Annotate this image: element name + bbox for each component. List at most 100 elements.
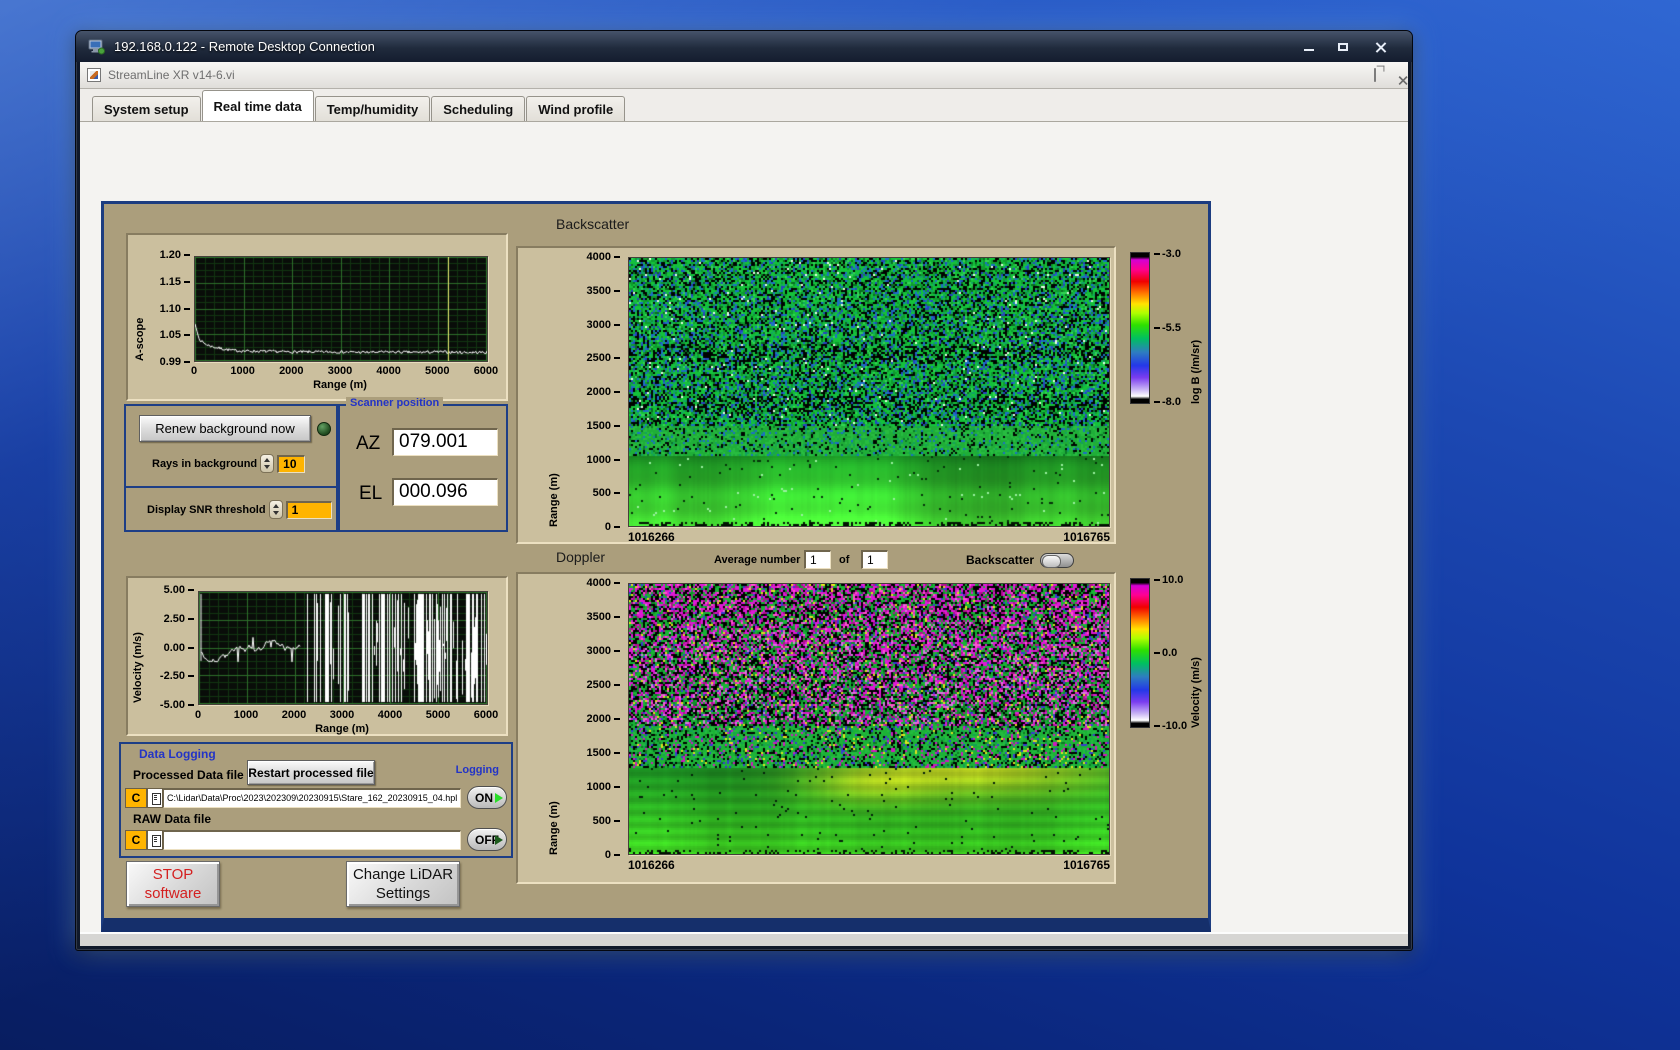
rdp-close-button[interactable]	[1362, 37, 1400, 56]
app-window-title: StreamLine XR v14-6.vi	[108, 68, 235, 82]
desktop: 192.168.0.122 - Remote Desktop Connectio…	[0, 0, 1680, 1050]
status-strip	[80, 932, 1408, 946]
backscatter-section-title: Backscatter	[556, 216, 630, 232]
doppler-y-ticks: 4000 3500 3000 2500 2000 1500 1000 500 0	[570, 578, 620, 861]
tick-label: 1000	[587, 454, 620, 465]
tick-label: 0	[190, 365, 198, 377]
change-lidar-settings-button[interactable]: Change LiDAR Settings	[346, 861, 460, 907]
el-value-field: 000.096	[392, 478, 498, 506]
raw-logging-off-switch[interactable]: OFF	[467, 828, 507, 851]
velocity-y-axis-label: Velocity (m/s)	[132, 632, 144, 703]
tick-label: 2000	[587, 714, 620, 725]
tick-label: 3000	[587, 319, 620, 330]
tick-label: -10.0	[1154, 720, 1187, 732]
doppler-y-axis-label: Range (m)	[548, 801, 560, 855]
backscatter-canvas	[629, 258, 1109, 526]
rdp-window-title: 192.168.0.122 - Remote Desktop Connectio…	[114, 39, 375, 54]
app-content: A-scope 1.20 1.15 1.10 1.05 0.99 0 1000 2000 30…	[80, 122, 1408, 946]
renew-background-button[interactable]: Renew background now	[139, 415, 311, 442]
tick-label: 3500	[587, 612, 620, 623]
tick-label: 2500	[587, 353, 620, 364]
processed-data-file-label: Processed Data file	[133, 768, 244, 782]
tab-system-setup[interactable]: System setup	[92, 96, 201, 121]
renew-status-led	[317, 422, 331, 436]
raw-drive-selector[interactable]: C	[125, 830, 147, 850]
tick-label: 1500	[587, 420, 620, 431]
data-logging-box: Data Logging Processed Data file Restart…	[119, 742, 513, 858]
rdp-maximize-button[interactable]	[1328, 37, 1358, 56]
ascope-y-ticks: 1.20 1.15 1.10 1.05 0.99	[148, 250, 190, 368]
tick-label: 4000	[587, 578, 620, 589]
doppler-canvas	[629, 584, 1109, 854]
scanner-position-title: Scanner position	[346, 397, 444, 409]
velocity-y-ticks: 5.00 2.50 0.00 -2.50 -5.00	[146, 585, 194, 711]
doppler-colorbar	[1130, 578, 1150, 728]
velocity-canvas	[199, 592, 487, 704]
logging-label: Logging	[455, 764, 499, 776]
tab-temp-humidity[interactable]: Temp/humidity	[314, 96, 431, 121]
tick-label: 0	[605, 522, 620, 533]
tick-label: 4000	[376, 365, 401, 377]
rays-in-background-label: Rays in background	[152, 457, 258, 470]
ascope-x-axis-label: Range (m)	[313, 379, 367, 391]
velocity-graph: Velocity (m/s) 5.00 2.50 0.00 -2.50 -5.00 01…	[126, 576, 508, 736]
backscatter-y-ticks: 4000 3500 3000 2500 2000 1500 1000 500 0	[570, 252, 620, 533]
backscatter-toggle-label: Backscatter	[966, 553, 1035, 567]
tick-label: 3000	[587, 646, 620, 657]
tick-label: 2000	[279, 365, 304, 377]
snr-threshold-cell: Display SNR threshold 1	[126, 488, 336, 528]
tick-label: 2000	[281, 709, 307, 721]
backscatter-time-end: 1016765	[1063, 530, 1110, 544]
rdp-titlebar[interactable]: 192.168.0.122 - Remote Desktop Connectio…	[76, 31, 1412, 62]
restart-processed-file-button[interactable]: Restart processed file	[247, 760, 375, 785]
average-number-label: Average number	[714, 554, 801, 566]
app-restore-button[interactable]	[1374, 68, 1376, 82]
rdp-icon	[88, 39, 105, 54]
app-titlebar[interactable]: StreamLine XR v14-6.vi	[80, 62, 1408, 89]
tick-label: 3000	[327, 365, 353, 377]
az-value-field: 079.001	[392, 428, 498, 456]
tick-label: 1500	[587, 748, 620, 759]
ascope-graph: A-scope 1.20 1.15 1.10 1.05 0.99 0 1000 2000 30…	[126, 233, 508, 401]
doppler-colorbar-label: Velocity (m/s)	[1190, 657, 1202, 728]
remote-desktop-area: StreamLine XR v14-6.vi System setup Real…	[80, 62, 1408, 946]
tick-label: 5000	[425, 365, 450, 377]
processed-drive-selector[interactable]: C	[125, 788, 147, 808]
rdp-window-controls	[1294, 37, 1400, 56]
average-count-field[interactable]: 1	[861, 550, 888, 569]
tab-real-time-data[interactable]: Real time data	[201, 90, 314, 121]
average-number-field[interactable]: 1	[804, 550, 831, 569]
rays-spinner[interactable]	[260, 454, 275, 473]
raw-browse-icon[interactable]	[147, 830, 163, 850]
tick-label: 2000	[587, 387, 620, 398]
raw-path-field[interactable]	[163, 830, 461, 850]
doppler-colorbar-ticks: 10.0 0.0 -10.0	[1154, 574, 1187, 732]
data-logging-title: Data Logging	[139, 747, 216, 761]
rdp-minimize-button[interactable]	[1294, 37, 1324, 56]
tick-label: 0.0	[1154, 647, 1187, 659]
background-controls-box: Renew background now Rays in background …	[124, 404, 338, 532]
rays-value-field[interactable]: 10	[277, 454, 306, 473]
backscatter-view-toggle[interactable]	[1040, 553, 1074, 568]
doppler-time-start: 1016266	[628, 858, 675, 872]
ascope-x-ticks: 0 1000 2000 3000 4000 5000 6000	[191, 365, 498, 377]
tab-scheduling[interactable]: Scheduling	[431, 96, 526, 121]
off-led-icon	[495, 835, 503, 845]
tick-label: 500	[593, 488, 620, 499]
tick-label: 1000	[233, 709, 259, 721]
tab-wind-profile[interactable]: Wind profile	[526, 96, 626, 121]
velocity-plot-area	[198, 591, 488, 705]
processed-path-field[interactable]: C:\Lidar\Data\Proc\2023\202309\20230915\…	[163, 788, 461, 808]
velocity-x-axis-label: Range (m)	[315, 723, 369, 735]
stop-software-button[interactable]: STOP software	[126, 861, 220, 907]
ascope-plot-area	[194, 256, 488, 362]
snr-spinner[interactable]	[268, 500, 283, 519]
snr-value-field[interactable]: 1	[285, 500, 332, 519]
backscatter-heatmap-frame: Range (m) 4000 3500 3000 2500 2000 1500 1000 50…	[516, 246, 1116, 544]
processed-browse-icon[interactable]	[147, 788, 163, 808]
processed-logging-on-switch[interactable]: ON	[467, 786, 507, 809]
ascope-canvas	[195, 257, 487, 361]
doppler-heatmap-frame: Range (m) 4000 3500 3000 2500 2000 1500 1000 50…	[516, 572, 1116, 884]
backscatter-colorbar-label: log B (/m/sr)	[1190, 339, 1202, 404]
velocity-x-ticks: 0 1000 2000 3000 4000 5000 6000	[195, 709, 498, 721]
